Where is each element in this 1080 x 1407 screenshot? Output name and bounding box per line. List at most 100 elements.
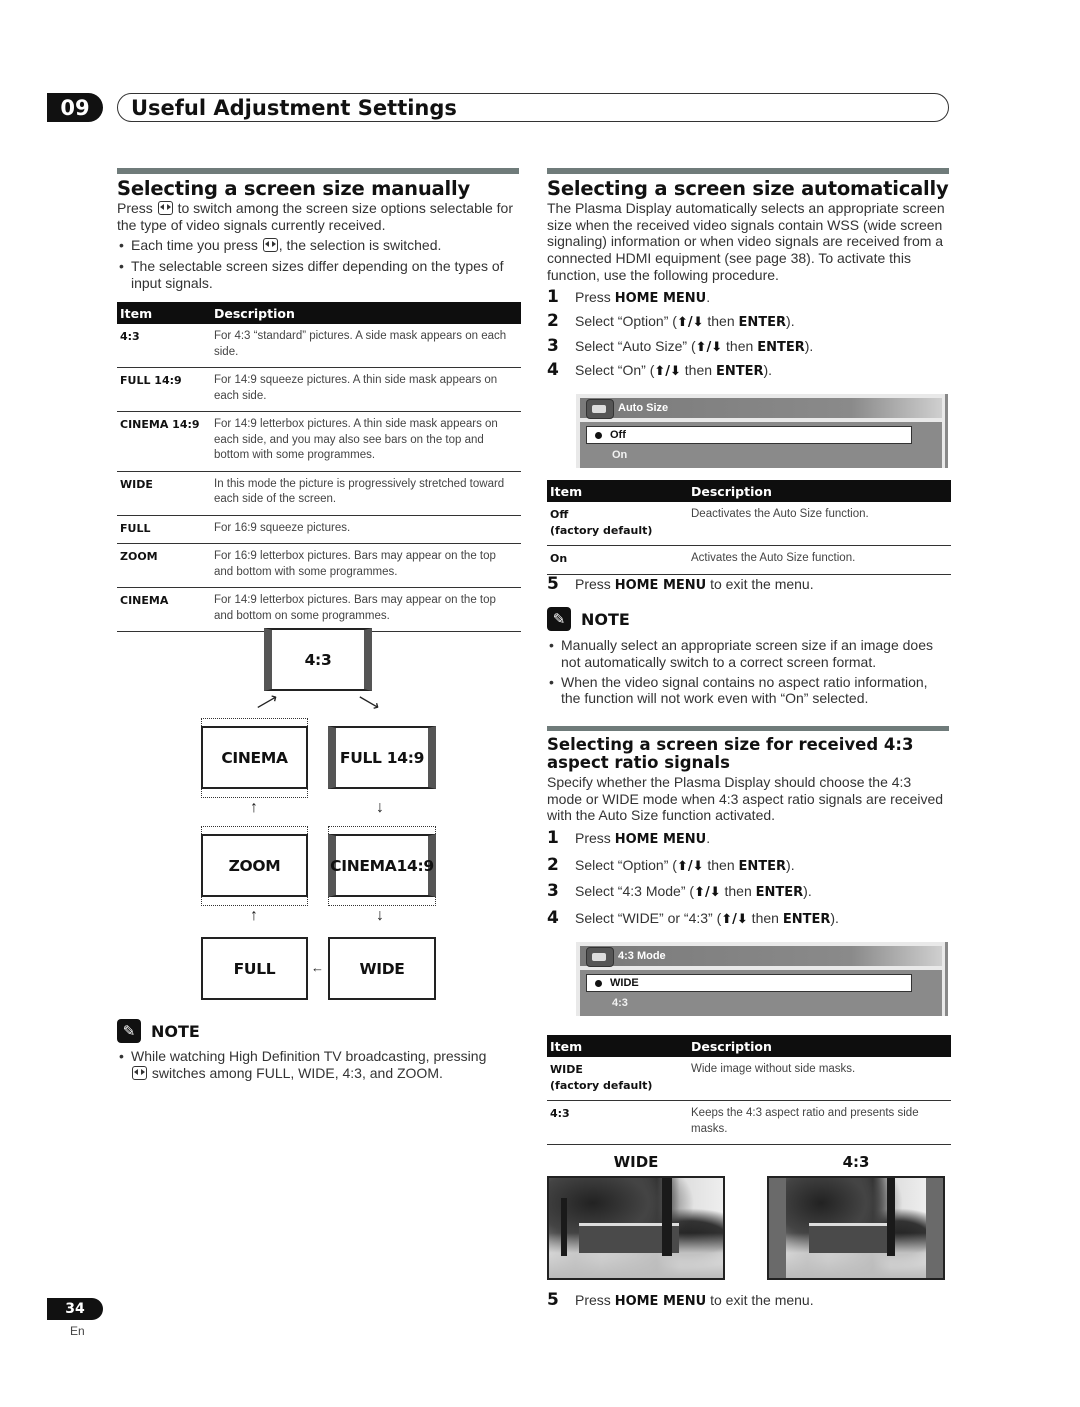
section-title: Selecting a screen size for received 4:3… [547,735,914,772]
arrow-up-icon: ↑ [250,799,258,816]
step-text: . [706,830,711,847]
step-text: Press [575,288,615,305]
step-text: ). [803,883,812,900]
osd-option-label: WIDE [610,977,639,989]
step-text: Select “Option” ( [575,856,677,873]
row-description: Wide image without side masks. [688,1057,951,1101]
col-header-description: Description [688,480,951,502]
row-item-default: (factory default) [550,1078,653,1092]
osd-option[interactable]: 4:3 [612,997,628,1009]
osd-option[interactable]: On [612,449,627,461]
screen-cinema-14-9: CINEMA14:9 [328,834,436,897]
4-3-image-label: 4:3 [842,1153,870,1171]
step-item: 3 Select “Auto Size” (⬆/⬇ then ENTER). [547,337,949,363]
row-item: FULL [117,515,211,544]
section-rule [547,726,949,731]
screen-size-button-icon [262,238,278,253]
row-item: 4:3 [547,1100,688,1145]
step-key: ENTER [757,339,805,355]
col-header-item: Item [117,302,211,324]
row-description: Activates the Auto Size function. [688,545,951,575]
mode43-steps: 1 Press HOME MENU. 2 Select “Option” (⬆/⬇ … [547,830,949,936]
up-down-arrow-icon: ⬆/⬇ [676,315,704,331]
spec-table: Item Description WIDE (factory default) Wi… [547,1035,951,1145]
step-key: ENTER [738,858,787,874]
step-text: ). [804,337,814,354]
selected-dot-icon [595,979,602,987]
step-item: 2 Select “Option” (⬆/⬇ then ENTER). [547,313,949,338]
row-description: Keeps the 4:3 aspect ratio and presents … [688,1100,951,1145]
step-item: 5 Press HOME MENU to exit the menu. [547,576,949,601]
arrow-icon: ⟶ [253,689,282,716]
row-description: For 4:3 “standard” pictures. A side mask… [211,324,521,368]
selected-dot-icon [595,431,602,439]
row-item-name: WIDE [550,1063,583,1076]
pencil-icon: ✎ [547,607,571,631]
col-header-description: Description [688,1035,951,1057]
intro-text-pre: Press [117,200,153,216]
note-bullet: Manually select an appropriate screen si… [547,637,949,671]
wide-image-label: WIDE [613,1153,659,1171]
screen-full: FULL [201,937,308,1000]
table-row: CINEMA For 14:9 letterbox pictures. Bars … [117,587,521,632]
osd-option-selected[interactable]: WIDE [586,974,912,992]
note-label: NOTE [581,609,630,629]
step-number: 5 [547,574,559,594]
osd-header: 4:3 Mode [580,946,942,967]
step-text: then [747,909,783,926]
table-row: WIDE (factory default) Wide image without … [547,1057,951,1101]
arrow-up-icon: ↑ [250,907,258,924]
bullet-item: The selectable screen sizes differ depen… [117,258,519,292]
spec-table: Item Description 4:3 For 4:3 “standard” p… [117,302,521,632]
tv-menu-icon [586,947,614,967]
step-text: Select “Auto Size” ( [575,337,696,354]
step-text: then [720,883,756,900]
bullet-item: Each time you press , the selection is s… [117,237,519,254]
step-text: Press [575,1292,615,1308]
section-rule [117,168,519,174]
osd-option-selected[interactable]: Off [586,426,912,444]
pencil-icon: ✎ [117,1019,141,1043]
note-text-pre: While watching High Definition TV broadc… [131,1048,487,1064]
step-item: 2 Select “Option” (⬆/⬇ then ENTER). [547,856,949,884]
table-row: 4:3 Keeps the 4:3 aspect ratio and presen… [547,1100,951,1145]
screen-size-table: Item Description 4:3 For 4:3 “standard” p… [117,302,521,632]
row-item-default: (factory default) [550,523,653,537]
osd-title: Auto Size [618,402,669,414]
screen-full-14-9: FULL 14:9 [328,726,436,789]
step-key: ENTER [755,885,804,901]
arrow-left-icon: ← [311,960,324,975]
mode43-intro: Specify whether the Plasma Display shoul… [547,774,944,824]
chapter-title: Useful Adjustment Settings [117,93,949,122]
step-text: to exit the menu. [706,576,814,592]
auto-size-table: Item Description Off (factory default) Dea… [547,480,951,575]
auto-note: ✎ NOTE Manually select an appropriate sc… [547,607,949,707]
house-shape [809,1223,889,1253]
row-item: CINEMA [117,587,211,632]
note-header: ✎ NOTE [547,607,949,631]
table-row: On Activates the Auto Size function. [547,545,951,575]
step-key: HOME MENU [614,290,707,306]
step-text: . [706,288,711,305]
wide-example-image [547,1176,725,1280]
step-item: 4 Select “WIDE” or “4:3” (⬆/⬇ then ENTER)… [547,909,949,937]
screen-zoom: ZOOM [201,834,308,897]
row-item: On [547,545,688,575]
step-text: to exit the menu. [706,1292,814,1308]
step-text: Select “WIDE” or “4:3” ( [575,909,722,926]
osd-options: WIDE 4:3 [580,970,942,1016]
table-row: WIDE In this mode the picture is progress… [117,471,521,516]
auto-steps: 1 Press HOME MENU. 2 Select “Option” (⬆/⬇ … [547,288,949,387]
table-row: 4:3 For 4:3 “standard” pictures. A side m… [117,324,521,368]
bullet-text-post: , the selection is switched. [278,237,442,254]
step-text: Press [575,830,615,847]
chapter-number: 09 [47,93,103,122]
tree-trunk [887,1178,895,1256]
up-down-arrow-icon: ⬆/⬇ [654,364,681,380]
row-description: For 14:9 squeeze pictures. A thin side m… [211,367,521,412]
up-down-arrow-icon: ⬆/⬇ [694,885,721,901]
tree-trunk [662,1178,672,1256]
step-number: 3 [547,881,559,902]
step-text: ). [786,856,795,873]
step-item: 1 Press HOME MENU. [547,830,949,857]
